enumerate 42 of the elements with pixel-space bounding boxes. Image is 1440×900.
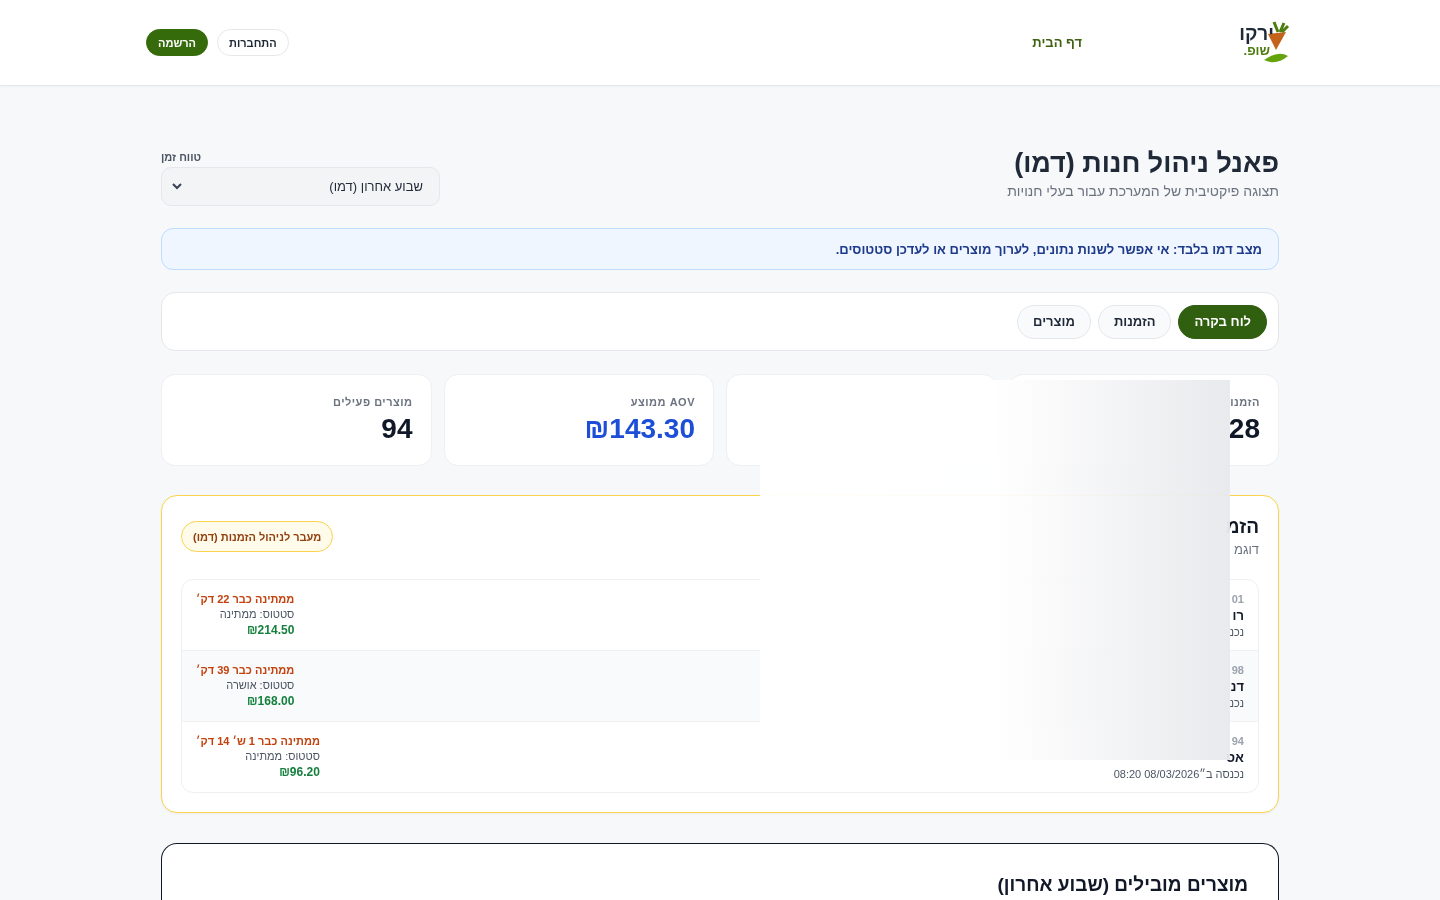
orders-link-button[interactable]: מעבר לניהול הזמנות (דמו) [181,521,334,552]
wait-time: ממתינה כבר 39 דק׳ [196,664,295,676]
time-range-select[interactable]: שבוע אחרון (דמו) [161,167,440,206]
order-status: סטטוס: ממתינה [218,608,295,620]
tab[interactable]: הזמנות [1097,304,1172,339]
order-time: נכנ [1229,696,1244,709]
wait-time: ממתינה כבר 22 דק׳ [196,593,295,605]
panel-subtitle: דוגמ [1233,542,1259,557]
order-total: ₪214.50 [246,623,295,637]
order-status: סטטוס: אושרה [225,679,295,691]
panel-title: הזמ [1225,516,1259,538]
wait-time: ממתינה כבר 1 ש׳ 14 דק׳ [196,735,320,747]
customer-name: רו [1231,607,1244,623]
tab[interactable]: מוצרים [1017,304,1091,339]
stat-value: 28 [1227,413,1260,445]
page-title: פאנל ניהול חנות (דמו) [1013,148,1279,179]
page-subtitle: תצוגה פיקטיבית של המערכת עבור בעלי חנויות [1007,183,1279,199]
order-time: נכנסה ב״08/03/2026 08:20 [1113,767,1244,780]
stat-label: מוצרים פעילים [331,395,413,408]
panel-title: מוצרים מובילים (שבוע אחרון) [996,874,1248,896]
stat-label: הזמנו [1229,395,1260,408]
chevron-down-icon [172,183,182,190]
login-button[interactable]: התחברות [217,29,289,56]
field-label: טווח זמן [161,151,202,163]
order-number: 01 [1230,592,1244,605]
order-number: 94 [1230,734,1244,747]
order-number: 98 [1230,663,1244,676]
customer-name: דנ [1229,678,1244,694]
demo-notice: מצב דמו בלבד: אי אפשר לשנות נתונים, לערוך מוצרים או לעדכן סטטוסים. [161,228,1279,270]
register-button[interactable]: הרשמה [146,29,209,56]
stat-value: ₪143.30 [583,413,695,445]
tab[interactable]: לוח בקרה [1178,304,1267,339]
logo-text: שופ. [1243,43,1270,57]
nav-link[interactable]: דף הבית [1032,35,1082,50]
logo-text: ירקו [1239,23,1274,43]
customer-name: אס [1225,749,1244,765]
order-total: ₪168.00 [246,694,295,708]
stat-value: 94 [380,413,413,445]
stat-label: AOV ממוצע [629,395,695,408]
order-time: נכנ [1229,625,1244,638]
order-total: ₪96.20 [278,765,320,779]
order-status: סטטוס: ממתינה [244,750,320,762]
